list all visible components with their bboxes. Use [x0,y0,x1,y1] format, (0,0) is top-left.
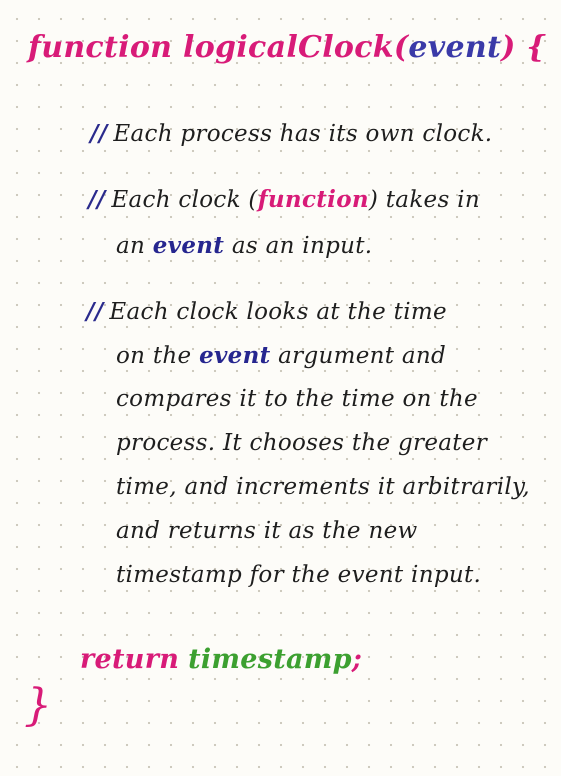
event-highlight: event [152,232,225,259]
comment-text: Each clock ( [111,187,258,213]
comment-slash: // [88,186,106,213]
comment-text: on the [116,343,200,369]
comment-3-line-7: timestamp for the event input. [116,562,481,588]
function-name: logicalClock [183,30,394,65]
open-brace: { [526,30,546,65]
return-statement: return timestamp; [80,644,362,675]
comment-3-line-2: on the event argument and [116,342,446,369]
close-paren: ) [501,30,516,65]
comment-text: ) takes in [368,187,480,213]
comment-text: time, and increments it arbitrarily, [116,474,530,500]
comment-text: and returns it as the new [116,518,418,544]
return-value: timestamp [188,644,352,675]
comment-3-line-1: //Each clock looks at the time [86,298,447,325]
comment-text: timestamp for the event input. [116,562,482,588]
comment-2-line-2: an event as an input. [116,232,372,259]
function-highlight: function [257,186,369,213]
open-paren: ( [393,30,409,65]
function-keyword: function [28,30,173,65]
comment-slash: // [86,298,104,325]
comment-text: as an input. [224,233,373,259]
comment-text: compares it to the time on the [116,386,478,412]
return-semicolon: ; [351,644,363,675]
param-event: event [408,30,502,65]
comment-3-line-6: and returns it as the new [116,518,417,544]
comment-text: Each clock looks at the time [109,299,447,325]
comment-2-line-1: //Each clock (function) takes in [88,186,480,213]
comment-1: //Each process has its own clock. [90,120,492,147]
comment-3-line-3: compares it to the time on the [116,386,478,412]
closing-brace: } [24,680,53,731]
event-highlight: event [199,342,271,369]
return-keyword: return [80,644,180,675]
function-signature: function logicalClock(event) { [28,30,546,65]
comment-slash: // [90,120,108,147]
comment-text: process. It chooses the greater [116,430,488,456]
comment-3-line-5: time, and increments it arbitrarily, [116,474,530,500]
comment-text: Each process has its own clock. [113,121,493,147]
comment-text: an [116,233,153,259]
comment-3-line-4: process. It chooses the greater [116,430,487,456]
comment-text: argument and [270,343,447,369]
